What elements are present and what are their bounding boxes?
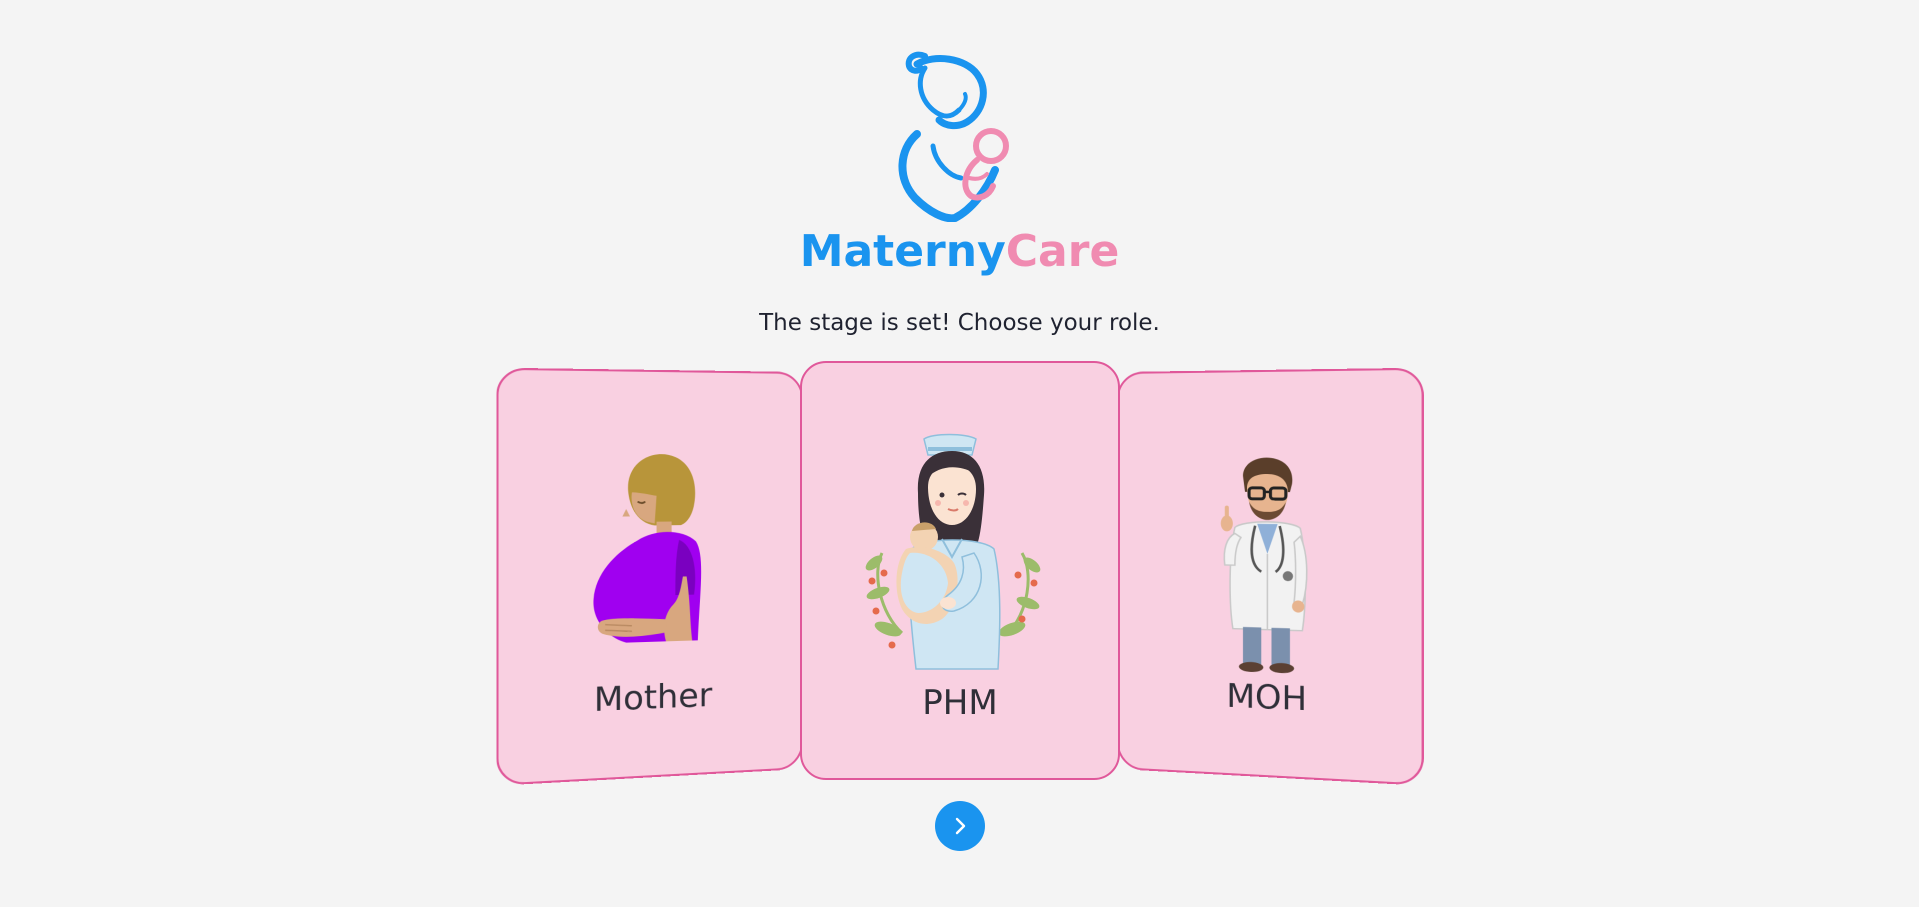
next-button[interactable] <box>935 801 985 851</box>
chevron-right-icon <box>950 816 970 836</box>
role-card-moh[interactable]: MOH <box>1117 368 1424 786</box>
pregnant-woman-icon <box>588 437 720 663</box>
nurse-with-baby-icon <box>862 433 1042 673</box>
role-card-mother[interactable]: Mother <box>496 368 803 786</box>
role-selection-screen: MaternyCare The stage is set! Choose you… <box>0 0 1919 907</box>
role-label-moh: MOH <box>1119 672 1422 723</box>
doctor-icon <box>1213 454 1318 675</box>
role-label-mother: Mother <box>499 672 801 723</box>
role-card-phm[interactable]: PHM <box>800 361 1120 780</box>
role-label-phm: PHM <box>802 683 1118 723</box>
role-carousel: Mother PHM MOH <box>0 0 1919 907</box>
